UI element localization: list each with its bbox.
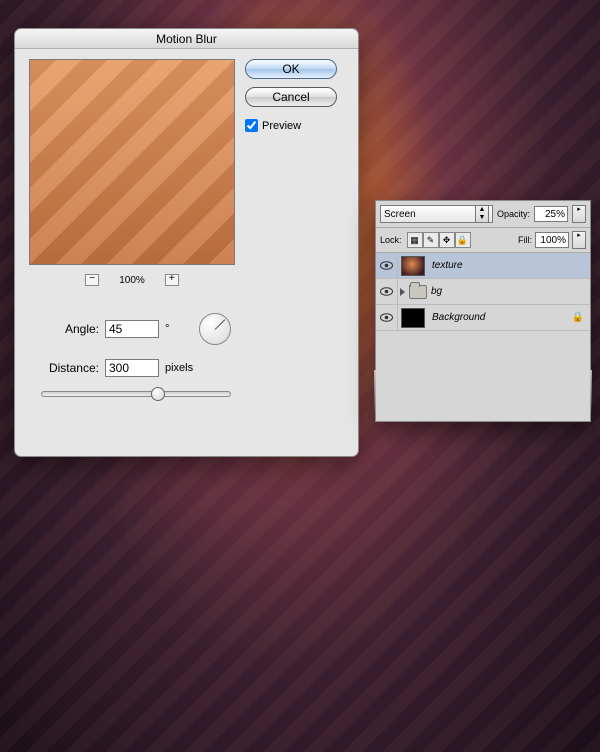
filter-preview[interactable]	[29, 59, 235, 265]
dialog-title: Motion Blur	[15, 29, 358, 49]
folder-icon	[409, 285, 427, 299]
layer-thumbnail	[401, 308, 425, 328]
opacity-flyout-icon[interactable]: ▸	[572, 205, 586, 223]
layers-empty-area	[376, 331, 590, 421]
opacity-input[interactable]	[534, 206, 568, 222]
blend-mode-stepper-icon: ▲▼	[475, 205, 489, 223]
layer-row-bg-group[interactable]: bg	[376, 279, 590, 305]
layer-row-background[interactable]: Background 🔒	[376, 305, 590, 331]
layer-row-texture[interactable]: texture	[376, 253, 590, 279]
visibility-toggle[interactable]	[376, 279, 398, 304]
cancel-button[interactable]: Cancel	[245, 87, 337, 107]
angle-dial[interactable]	[199, 313, 231, 345]
distance-slider[interactable]	[41, 391, 231, 397]
blend-mode-select[interactable]: Screen ▲▼	[380, 205, 493, 223]
lock-all-button[interactable]: 🔒	[455, 232, 471, 248]
motion-blur-dialog: Motion Blur − 100% + OK Cancel Preview A…	[14, 28, 359, 457]
preview-checkbox-row[interactable]: Preview	[245, 119, 337, 132]
lock-icon: 🔒	[572, 312, 584, 323]
visibility-toggle[interactable]	[376, 253, 398, 278]
layer-name-label: Background	[432, 312, 485, 323]
lock-transparency-button[interactable]: ▦	[407, 232, 423, 248]
distance-input[interactable]	[105, 359, 159, 377]
ok-button[interactable]: OK	[245, 59, 337, 79]
preview-checkbox[interactable]	[245, 119, 258, 132]
opacity-label: Opacity:	[497, 209, 530, 219]
layer-name-label: bg	[431, 286, 442, 297]
preview-checkbox-label: Preview	[262, 120, 301, 132]
eye-icon	[380, 261, 393, 270]
blend-mode-value: Screen	[384, 209, 416, 220]
zoom-percent-label: 100%	[119, 275, 145, 286]
eye-icon	[380, 313, 393, 322]
layer-thumbnail	[401, 256, 425, 276]
eye-icon	[380, 287, 393, 296]
fill-label: Fill:	[518, 235, 532, 245]
fill-input[interactable]	[535, 232, 569, 248]
distance-slider-thumb[interactable]	[151, 387, 165, 401]
zoom-in-button[interactable]: +	[165, 274, 179, 286]
lock-pixels-button[interactable]: ✎	[423, 232, 439, 248]
group-disclosure-icon[interactable]	[400, 288, 405, 296]
lock-label: Lock:	[380, 235, 402, 245]
angle-label: Angle:	[33, 322, 99, 336]
layer-name-label: texture	[432, 260, 463, 271]
distance-label: Distance:	[33, 361, 99, 375]
fill-flyout-icon[interactable]: ▸	[572, 231, 586, 249]
zoom-out-button[interactable]: −	[85, 274, 99, 286]
visibility-toggle[interactable]	[376, 305, 398, 330]
angle-input[interactable]	[105, 320, 159, 338]
distance-unit: pixels	[165, 362, 193, 374]
layers-panel: Screen ▲▼ Opacity: ▸ Lock: ▦ ✎ ✥ 🔒 Fill:…	[375, 200, 591, 422]
lock-position-button[interactable]: ✥	[439, 232, 455, 248]
angle-unit: °	[165, 323, 169, 335]
